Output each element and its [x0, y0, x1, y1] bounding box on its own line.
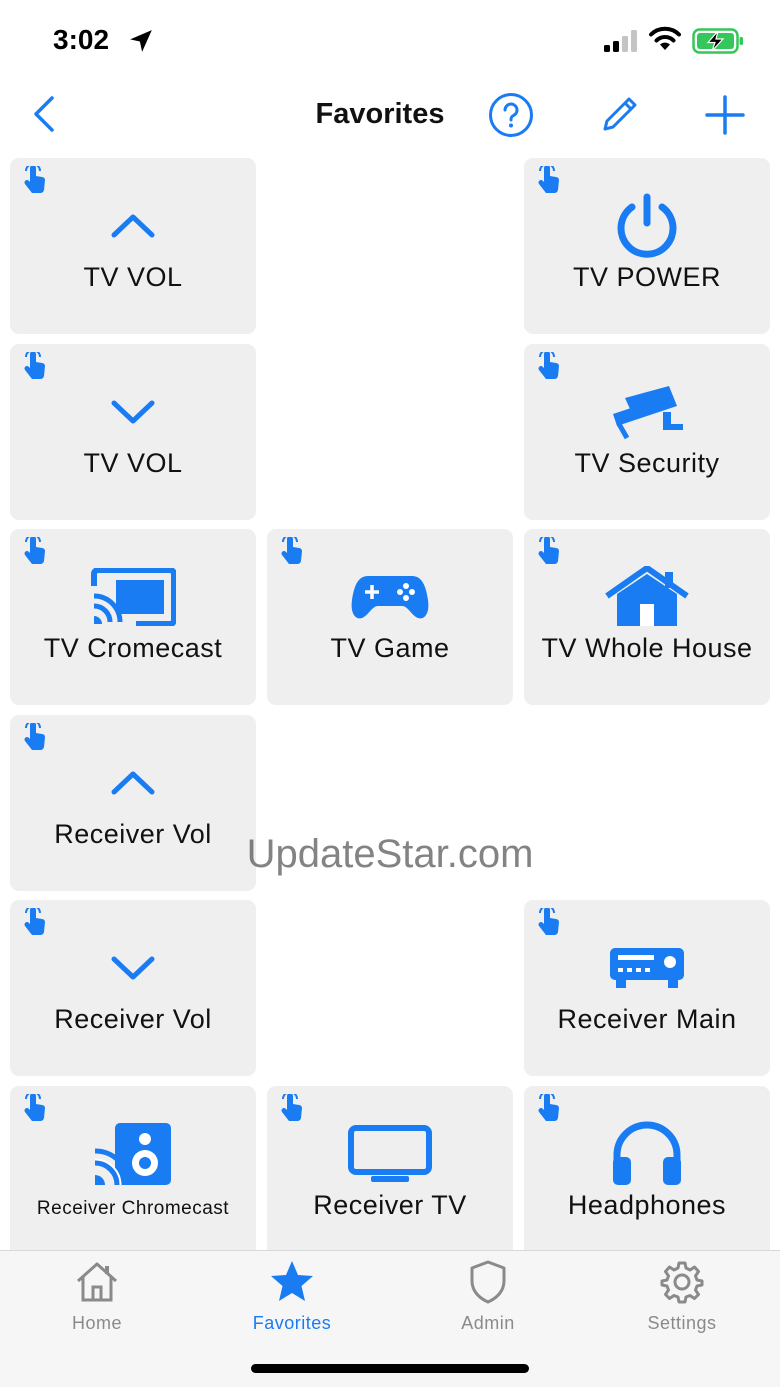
house-icon — [605, 566, 689, 626]
gamepad-icon — [351, 576, 429, 619]
favorite-tile-tv-whole-house[interactable]: TV Whole House — [524, 529, 770, 705]
home-indicator — [251, 1364, 529, 1373]
navigation-bar: Favorites — [0, 80, 780, 150]
tab-admin[interactable]: Admin — [418, 1259, 558, 1339]
home-icon — [76, 1262, 118, 1302]
location-arrow-icon — [130, 30, 152, 52]
cast-icon — [91, 568, 176, 626]
tile-label: Receiver Main — [557, 1004, 737, 1034]
favorite-tile-tv-game[interactable]: TV Game — [267, 529, 513, 705]
cast-speaker-icon — [94, 1123, 171, 1186]
favorite-tile-tv-security[interactable]: TV Security — [524, 344, 770, 520]
star-icon — [271, 1261, 313, 1301]
favorite-tile-tv-vol-down[interactable]: TV VOL — [10, 344, 256, 520]
help-icon[interactable] — [488, 92, 534, 138]
tile-label: Receiver Vol — [54, 1004, 212, 1034]
favorite-tile-tv-power[interactable]: TV POWER — [524, 158, 770, 334]
tab-label: Favorites — [252, 1313, 332, 1333]
chevron-up-icon — [111, 214, 155, 238]
tile-label: TV Security — [574, 448, 720, 478]
headphones-icon — [613, 1121, 681, 1185]
tile-label: TV VOL — [83, 448, 183, 478]
tile-label: TV Cromecast — [43, 633, 223, 663]
tab-settings[interactable]: Settings — [612, 1259, 752, 1339]
chevron-down-icon — [111, 956, 155, 980]
favorite-tile-tv-vol-up[interactable]: TV VOL — [10, 158, 256, 334]
favorite-tile-receiver-tv[interactable]: Receiver TV — [267, 1086, 513, 1250]
battery-charging-icon — [692, 28, 743, 54]
tab-favorites[interactable]: Favorites — [222, 1259, 362, 1339]
tile-label: Receiver Chromecast — [36, 1198, 230, 1219]
tv-icon — [348, 1125, 432, 1182]
chevron-down-icon — [111, 400, 155, 424]
edit-pencil-icon[interactable] — [598, 94, 640, 136]
cellular-signal-icon — [604, 30, 637, 52]
security-camera-icon — [613, 386, 683, 440]
favorites-grid: TV VOL TV POWER TV VOL TV Security TV Cr… — [0, 158, 780, 1250]
favorite-tile-receiver-main[interactable]: Receiver Main — [524, 900, 770, 1076]
shield-icon — [470, 1260, 506, 1304]
tab-label: Admin — [461, 1313, 515, 1333]
tile-label: Receiver TV — [313, 1190, 467, 1220]
chevron-up-icon — [111, 771, 155, 795]
add-icon[interactable] — [704, 94, 746, 136]
power-icon — [617, 193, 677, 258]
favorite-tile-tv-cromecast[interactable]: TV Cromecast — [10, 529, 256, 705]
tab-label: Home — [71, 1313, 122, 1333]
favorite-tile-headphones[interactable]: Headphones — [524, 1086, 770, 1250]
tile-label: TV VOL — [83, 262, 183, 292]
page-title: Favorites — [315, 98, 445, 130]
tile-label: TV POWER — [572, 262, 721, 292]
status-bar: 3:02 — [0, 0, 780, 80]
tile-label: TV Whole House — [541, 633, 753, 663]
tile-label: TV Game — [330, 633, 450, 663]
av-receiver-icon — [610, 948, 684, 988]
favorite-tile-receiver-vol-down[interactable]: Receiver Vol — [10, 900, 256, 1076]
wifi-icon — [649, 26, 681, 50]
tab-label: Settings — [647, 1313, 717, 1333]
tab-home[interactable]: Home — [27, 1259, 167, 1339]
gear-icon — [660, 1261, 704, 1304]
tile-label: Headphones — [567, 1190, 727, 1220]
status-time: 3:02 — [53, 24, 110, 55]
favorite-tile-receiver-chromecast[interactable]: Receiver Chromecast — [10, 1086, 256, 1250]
watermark: UpdateStar.com — [246, 832, 534, 876]
